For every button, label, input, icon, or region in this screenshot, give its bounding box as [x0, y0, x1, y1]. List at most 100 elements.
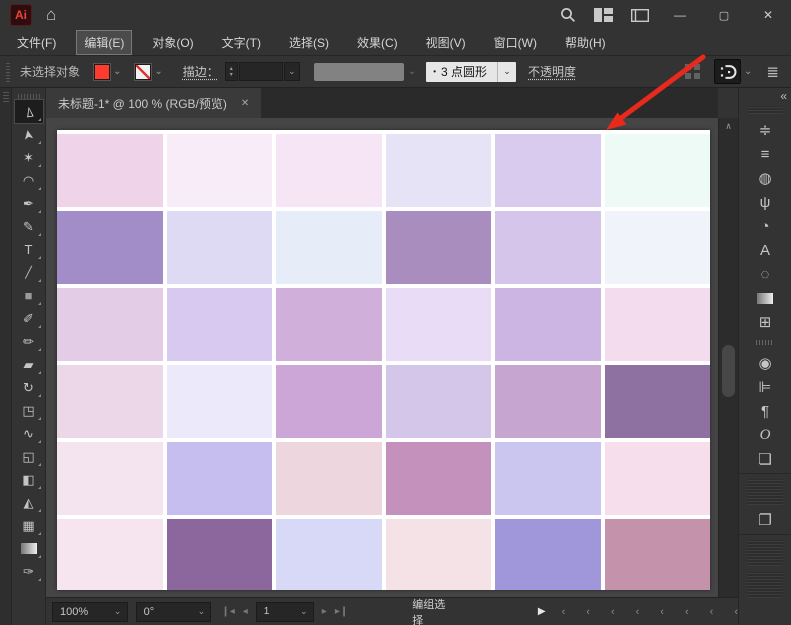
opentype-panel-icon[interactable]: O [739, 423, 791, 447]
fill-chevron-icon[interactable]: ⌄ [113, 66, 121, 77]
artboard-chevron-icon[interactable]: ⌄ [295, 606, 313, 617]
collapse-panels-icon[interactable]: « [780, 89, 787, 103]
horizontal-scrollbar[interactable]: ‹ ‹ ‹ ‹ ‹ ‹ ‹ ‹ [562, 606, 738, 618]
grid-cell-r4c4[interactable] [385, 365, 491, 438]
grid-cell-r5c1[interactable] [57, 442, 163, 515]
menu-item-window[interactable]: 窗口(W) [487, 31, 544, 54]
shape-builder-tool[interactable]: ◧ [15, 468, 43, 491]
home-icon[interactable]: ⌂ [46, 5, 56, 25]
menu-item-select[interactable]: 选择(S) [282, 31, 336, 54]
grid-cell-r1c1[interactable] [57, 134, 163, 207]
shaper-tool[interactable]: ✏ [15, 330, 43, 353]
artboards-panel-icon[interactable]: ❐ [739, 508, 791, 532]
stroke-weight-field[interactable] [238, 62, 283, 81]
dashed-selection-icon[interactable]: ◌ [739, 262, 791, 286]
rail-grip-dots[interactable] [756, 340, 774, 345]
rectangle-tool[interactable]: ■ [15, 284, 43, 307]
status-expand-icon[interactable]: ▶ [538, 606, 546, 617]
grid-cell-r6c2[interactable] [166, 519, 272, 590]
tab-close-icon[interactable]: ✕ [241, 98, 249, 109]
minimize-button[interactable]: — [667, 8, 693, 22]
grid-cell-r5c4[interactable] [385, 442, 491, 515]
grid-cell-r3c5[interactable] [495, 288, 601, 361]
grid-cell-r4c2[interactable] [166, 365, 272, 438]
eyedropper-tool[interactable]: ✑ [15, 560, 43, 583]
next-artboard-icon[interactable]: ▸ [322, 606, 327, 617]
grid-cell-r4c1[interactable] [57, 365, 163, 438]
zoom-chevron-icon[interactable]: ⌄ [109, 606, 127, 617]
transform-panel-icon[interactable]: ⊞ [739, 310, 791, 334]
grid-cell-r5c6[interactable] [604, 442, 710, 515]
grid-cell-r1c5[interactable] [495, 134, 601, 207]
grid-cell-r2c3[interactable] [276, 211, 382, 284]
grid-cell-r3c1[interactable] [57, 288, 163, 361]
menu-item-type[interactable]: 文字(T) [215, 31, 268, 54]
width-tool[interactable]: ∿ [15, 422, 43, 445]
grid-cell-r2c5[interactable] [495, 211, 601, 284]
document-tab[interactable]: 未标题-1* @ 100 % (RGB/预览) ✕ [46, 88, 262, 118]
status-mode-label[interactable]: 编组选择 [412, 596, 450, 625]
workspace-switcher-icon[interactable] [594, 8, 613, 22]
panel-menu-icon[interactable]: ≣ [766, 63, 779, 81]
stepper-down-icon[interactable]: ▾ [230, 72, 233, 78]
paintbrush-tool[interactable]: ✐ [15, 307, 43, 330]
vertical-scrollbar-thumb[interactable] [722, 345, 735, 397]
rotate-tool[interactable]: ↻ [15, 376, 43, 399]
opacity-label[interactable]: 不透明度 [528, 63, 576, 80]
close-button[interactable]: ✕ [755, 8, 781, 22]
grid-cell-r2c4[interactable] [385, 211, 491, 284]
perspective-grid-tool[interactable]: ◭ [15, 491, 43, 514]
selection-tool[interactable]: ▻ [13, 99, 44, 124]
document-grid-icon[interactable] [685, 64, 701, 79]
canvas-pasteboard[interactable] [46, 118, 718, 597]
vertical-scrollbar[interactable]: ∧ [718, 118, 738, 597]
grid-cell-r6c4[interactable] [385, 519, 491, 590]
menu-item-effect[interactable]: 效果(C) [350, 31, 405, 54]
grid-cell-r1c4[interactable] [385, 134, 491, 207]
stroke-weight-label[interactable]: 描边： [183, 63, 219, 80]
eraser-tool[interactable]: ▰ [15, 353, 43, 376]
menu-item-help[interactable]: 帮助(H) [558, 31, 613, 54]
panel-grip[interactable] [6, 61, 10, 82]
menu-item-object[interactable]: 对象(O) [145, 31, 200, 54]
grid-cell-r2c2[interactable] [166, 211, 272, 284]
grid-cell-r4c5[interactable] [495, 365, 601, 438]
zoom-level-dropdown[interactable]: 100% ⌄ [52, 601, 128, 622]
grid-cell-r6c5[interactable] [495, 519, 601, 590]
artboard[interactable] [57, 130, 710, 590]
layers-panel-icon[interactable]: ❏ [739, 447, 791, 471]
menu-item-view[interactable]: 视图(V) [419, 31, 473, 54]
grid-cell-r1c3[interactable] [276, 134, 382, 207]
properties-toggle-button[interactable] [714, 59, 742, 84]
last-artboard-icon[interactable]: ▸❙ [335, 606, 348, 617]
tools-panel-edge[interactable] [0, 88, 12, 625]
rotation-chevron-icon[interactable]: ⌄ [192, 606, 210, 617]
rail-grip[interactable] [747, 106, 783, 114]
gradient-panel-icon[interactable]: ▤ [739, 286, 791, 310]
stroke-color-swatch[interactable] [134, 62, 153, 81]
grid-cell-r1c6[interactable] [604, 134, 710, 207]
mesh-tool[interactable]: ▦ [15, 514, 43, 537]
paragraph-panel-icon[interactable]: ¶ [739, 399, 791, 423]
rotation-dropdown[interactable]: 0° ⌄ [135, 601, 212, 622]
lasso-tool[interactable]: ◠ [15, 169, 43, 192]
fill-color-swatch[interactable] [93, 62, 112, 81]
grid-cell-r5c2[interactable] [166, 442, 272, 515]
rail-grip[interactable] [747, 572, 783, 598]
maximize-button[interactable]: ▢ [711, 9, 737, 22]
pen-tool[interactable]: ✒ [15, 192, 43, 215]
grid-cell-r6c1[interactable] [57, 519, 163, 590]
first-artboard-icon[interactable]: ❙◂ [221, 606, 234, 617]
grid-cell-r6c3[interactable] [276, 519, 382, 590]
scroll-up-icon[interactable]: ∧ [719, 121, 738, 132]
brushes-panel-icon[interactable]: ψ [739, 190, 791, 214]
artboard-number-dropdown[interactable]: 1 ⌄ [255, 601, 314, 622]
free-transform-tool[interactable]: ◱ [15, 445, 43, 468]
stroke-chevron-icon[interactable]: ⌄ [154, 66, 162, 77]
menu-item-edit[interactable]: 编辑(E) [76, 30, 133, 55]
arrange-documents-icon[interactable] [631, 8, 649, 22]
color-guide-panel-icon[interactable]: ◉ [739, 351, 791, 375]
grid-cell-r5c5[interactable] [495, 442, 601, 515]
character-panel-icon[interactable]: A [739, 238, 791, 262]
stroke-panel-icon[interactable]: ≡ [739, 142, 791, 166]
